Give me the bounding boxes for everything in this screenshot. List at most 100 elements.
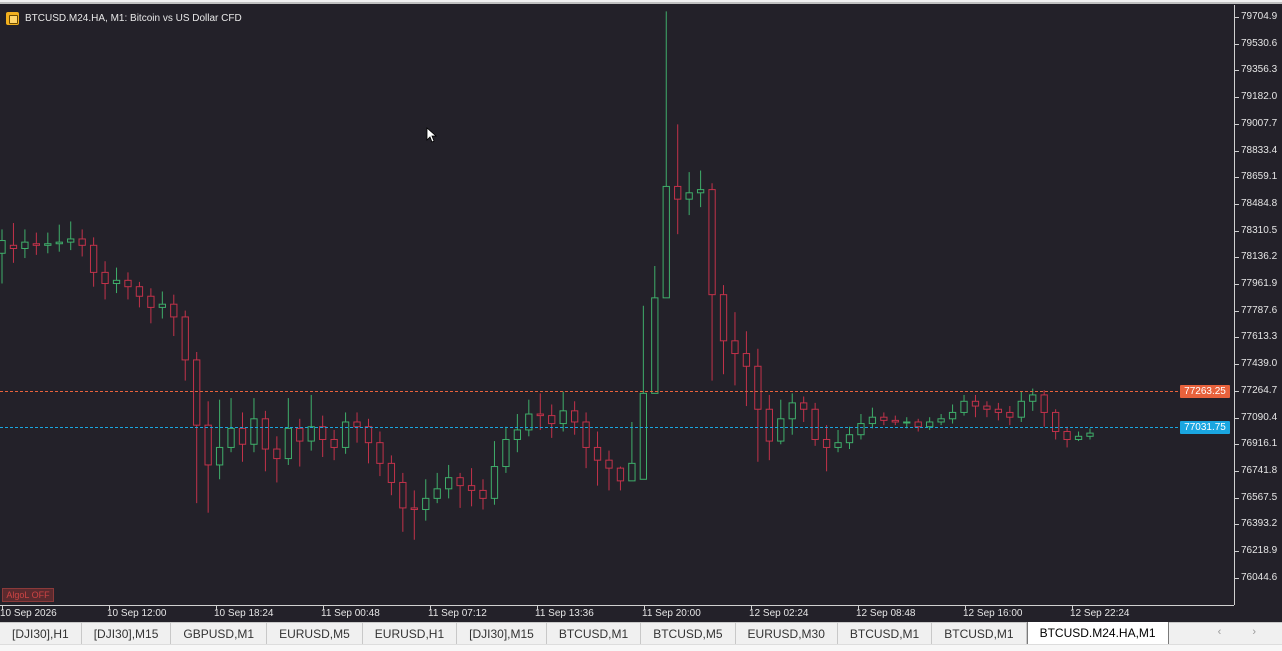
candle-body [238,427,247,445]
candle [78,229,86,257]
candle [800,396,808,422]
candle-body [800,402,808,410]
price-axis-tick [1235,364,1239,366]
candle [983,401,991,418]
bid-price-line[interactable] [0,427,1178,428]
candle [124,272,132,300]
candle [1074,431,1083,442]
price-axis-tick [1235,203,1239,205]
ask-price-tag: 77263.25 [1180,385,1230,398]
candle [822,425,831,472]
chart-tab[interactable]: [DJI30],M15 [457,623,547,645]
candle [914,418,922,432]
chart-window[interactable]: BTCUSD.M24.HA, M1: Bitcoin vs US Dollar … [0,2,1282,622]
candle-body [742,353,751,367]
candle-body [1017,400,1025,418]
candle [994,402,1003,421]
candle [685,172,693,216]
chart-tab[interactable]: EURUSD,H1 [363,623,458,645]
candle [548,404,556,438]
candle-body [67,238,75,243]
candle-body [112,279,121,285]
price-axis-tick [1235,337,1239,339]
candle-body [811,408,819,440]
chart-tab[interactable]: BTCUSD,M1 [838,623,933,645]
candle [227,398,235,453]
candle-body [215,446,224,466]
candle [364,418,373,464]
chart-plot-area[interactable]: BTCUSD.M24.HA, M1: Bitcoin vs US Dollar … [0,5,1235,605]
candle [9,223,18,263]
chart-tab[interactable]: EURUSD,M5 [267,623,363,645]
candlestick-series [0,11,1094,540]
candle [89,237,98,287]
candle [948,404,957,424]
candle [593,431,602,486]
chart-tab[interactable]: BTCUSD,M1 [547,623,642,645]
candle-body [971,400,980,407]
chart-tab[interactable]: BTCUSD.M24.HA,M1 [1026,622,1169,645]
candle-body [422,497,430,511]
chart-tab[interactable]: EURUSD,M30 [736,623,838,645]
candle [0,229,6,284]
price-axis-label: 78136.2 [1241,251,1278,263]
price-axis-label: 78310.5 [1241,224,1278,236]
candle-body [32,243,41,246]
time-axis-label: 10 Sep 12:00 [107,608,167,619]
price-axis-tick [1235,17,1239,18]
candle [204,401,212,513]
candle-body [1006,411,1014,418]
candle-body [410,507,418,511]
candle [250,398,258,453]
price-axis-tick [1235,577,1239,579]
candle-body [719,294,728,342]
candle-body [880,416,888,421]
chart-tab[interactable]: BTCUSD,M5 [641,623,736,645]
candle [570,401,579,435]
price-axis-label: 77961.9 [1241,278,1278,289]
candle-body [124,279,132,288]
candle [135,281,144,308]
price-axis-tick [1235,150,1239,152]
chart-tab[interactable]: [DJI30],M15 [82,623,172,645]
candle [445,464,453,499]
price-axis-tick [1235,43,1239,45]
candle-body [765,408,773,442]
candle [845,426,854,450]
candle [238,412,247,462]
candle-body [960,400,968,413]
candle-body [559,410,567,425]
candle-body [1074,435,1083,440]
candle-body [330,438,338,448]
candle-body [1063,431,1071,440]
candle-body [777,418,785,442]
candle [433,472,441,504]
candle [502,426,510,473]
candle-body [822,438,831,448]
chart-tab[interactable]: [DJI30],H1 [0,623,82,645]
price-axis-tick [1235,230,1239,232]
ask-price-line[interactable] [0,391,1178,392]
candle-body [433,488,441,499]
candle [376,431,384,477]
candle [1086,428,1094,440]
candle [559,391,567,432]
candle [777,399,785,445]
candle-body [754,365,762,410]
price-axis[interactable]: 79704.9 79530.6 79356.3 79182.0 79007.7 78833… [1235,5,1282,605]
candle [410,490,418,540]
algo-trading-button[interactable]: AlgoL OFF [2,588,54,602]
candle-body [662,185,670,299]
candle [582,412,590,469]
price-axis-tick [1235,444,1239,446]
candle-body [399,481,407,509]
candle [525,399,533,437]
candle [616,466,625,491]
candle [273,436,281,483]
chart-tab[interactable]: BTCUSD,M1 [932,623,1027,645]
chart-tab[interactable]: GBPUSD,M1 [171,623,268,645]
price-axis-label: 77090.4 [1241,411,1278,423]
tab-scroll-arrows[interactable]: ‹ › [1218,626,1270,638]
price-axis-label: 76567.5 [1241,491,1278,503]
candle-body [89,244,98,273]
